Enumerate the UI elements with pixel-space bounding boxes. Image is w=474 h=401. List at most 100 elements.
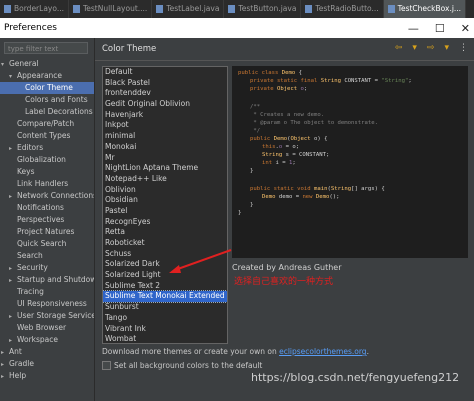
tree-item[interactable]: Quick Search: [0, 238, 94, 250]
tree-item[interactable]: Link Handlers: [0, 178, 94, 190]
theme-list-item[interactable]: Obsidian: [103, 195, 227, 206]
collapsed-arrow-icon[interactable]: ▸: [1, 371, 9, 382]
tree-item[interactable]: ▾ General: [0, 58, 94, 70]
tree-item-label: UI Responsiveness: [17, 299, 87, 308]
tree-item[interactable]: ▸ Security: [0, 262, 94, 274]
tree-item[interactable]: ▸ User Storage Service: [0, 310, 94, 322]
theme-list-item[interactable]: Retta: [103, 227, 227, 238]
java-file-icon: [228, 5, 236, 13]
java-file-icon: [156, 5, 164, 13]
theme-list-item[interactable]: Default: [103, 67, 227, 78]
collapsed-arrow-icon[interactable]: ▸: [9, 275, 17, 286]
editor-tab[interactable]: BorderLayo...: [0, 0, 69, 18]
theme-list-item[interactable]: Wombat: [103, 334, 227, 343]
theme-list-item[interactable]: Sunburst: [103, 302, 227, 313]
editor-tab-label: TestCheckBox.j...: [397, 4, 462, 13]
collapsed-arrow-icon[interactable]: ▸: [1, 359, 9, 370]
theme-list-item[interactable]: Notepad++ Like: [103, 174, 227, 185]
theme-list-item[interactable]: Monokai: [103, 142, 227, 153]
tree-item[interactable]: ▸ Startup and Shutdown: [0, 274, 94, 286]
theme-list-item[interactable]: Black Pastel: [103, 78, 227, 89]
minimize-button[interactable]: —: [408, 22, 419, 35]
theme-list-item[interactable]: Oblivion: [103, 185, 227, 196]
editor-tab[interactable]: TestNullLayout....: [69, 0, 153, 18]
tree-item[interactable]: Keys: [0, 166, 94, 178]
editor-tab-bar: BorderLayo... TestNullLayout.... TestLabel…: [0, 0, 474, 18]
editor-tab-label: TestNullLayout....: [82, 4, 148, 13]
editor-tab[interactable]: TestCheckBox.j...: [383, 0, 467, 18]
tree-item[interactable]: Project Natures: [0, 226, 94, 238]
tree-item[interactable]: Perspectives: [0, 214, 94, 226]
tree-item-label: Security: [17, 263, 48, 272]
maximize-button[interactable]: ☐: [435, 22, 445, 35]
divider: [95, 60, 474, 61]
page-title: Color Theme: [102, 44, 157, 54]
tree-item[interactable]: ▸ Editors: [0, 142, 94, 154]
expanded-arrow-icon[interactable]: ▾: [9, 71, 17, 82]
tree-item-label: Color Theme: [25, 83, 73, 92]
editor-tab[interactable]: TestLabel.java: [152, 0, 225, 18]
tree-item[interactable]: UI Responsiveness: [0, 298, 94, 310]
back-menu-icon[interactable]: ▾: [412, 43, 417, 53]
theme-list-item[interactable]: Pastel: [103, 206, 227, 217]
java-file-icon: [305, 5, 313, 13]
checkbox-box[interactable]: [102, 361, 111, 370]
back-icon[interactable]: ⇦: [395, 43, 403, 53]
tree-item[interactable]: Notifications: [0, 202, 94, 214]
editor-tab[interactable]: TestRadioButto...: [301, 0, 384, 18]
collapsed-arrow-icon[interactable]: ▸: [9, 143, 17, 154]
tree-item-label: Project Natures: [17, 227, 75, 236]
theme-list-item[interactable]: minimal: [103, 131, 227, 142]
tree-item[interactable]: ▸ Workspace: [0, 334, 94, 346]
tree-item[interactable]: Web Browser: [0, 322, 94, 334]
theme-list-item[interactable]: Gedit Original Oblivion: [103, 99, 227, 110]
editor-tab-label: BorderLayo...: [14, 4, 64, 13]
tree-item[interactable]: ▸ Network Connections: [0, 190, 94, 202]
theme-list[interactable]: Default Black Pastel frontenddev Gedit Orig…: [102, 66, 228, 344]
close-button[interactable]: ✕: [461, 22, 470, 35]
tree-item-label: Notifications: [17, 203, 64, 212]
theme-list-item[interactable]: frontenddev: [103, 88, 227, 99]
tree-item[interactable]: Compare/Patch: [0, 118, 94, 130]
forward-icon[interactable]: ⇨: [427, 43, 435, 53]
theme-list-item[interactable]: Havenjark: [103, 110, 227, 121]
tree-item[interactable]: Content Types: [0, 130, 94, 142]
theme-list-item[interactable]: Sublime Text 2: [103, 281, 227, 292]
tree-item[interactable]: Colors and Fonts: [0, 94, 94, 106]
theme-list-item[interactable]: Mr: [103, 153, 227, 164]
theme-list-item[interactable]: Inkpot: [103, 120, 227, 131]
annotation-arrow-icon: [169, 249, 232, 273]
forward-menu-icon[interactable]: ▾: [444, 43, 449, 53]
collapsed-arrow-icon[interactable]: ▸: [9, 335, 17, 346]
tree-item-label: Editors: [17, 143, 44, 152]
tree-item[interactable]: Tracing: [0, 286, 94, 298]
collapsed-arrow-icon[interactable]: ▸: [9, 311, 17, 322]
expanded-arrow-icon[interactable]: ▾: [1, 59, 9, 70]
theme-list-item[interactable]: Tango: [103, 313, 227, 324]
color-theme-panel: Color Theme ⇦ ▾ ⇨ ▾ ⋮ Default Black Paste…: [95, 38, 474, 401]
tree-item[interactable]: ▸ Gradle: [0, 358, 94, 370]
tree-item-label: Quick Search: [17, 239, 67, 248]
tree-item[interactable]: ▾ Appearance: [0, 70, 94, 82]
default-background-checkbox[interactable]: Set all background colors to the default: [102, 361, 262, 370]
menu-icon[interactable]: ⋮: [459, 43, 468, 53]
theme-list-item[interactable]: NightLion Aptana Theme: [103, 163, 227, 174]
theme-list-item[interactable]: Sublime Text Monokai Extended: [103, 290, 227, 304]
tree-item[interactable]: Label Decorations: [0, 106, 94, 118]
theme-list-item[interactable]: Vibrant Ink: [103, 324, 227, 335]
tree-item-label: Compare/Patch: [17, 119, 75, 128]
code-preview: public class Demo { private static final…: [232, 66, 468, 258]
dialog-title: Preferences: [4, 23, 57, 33]
tree-item[interactable]: Color Theme: [0, 82, 94, 94]
eclipsecolorthemes-link[interactable]: eclipsecolorthemes.org: [279, 347, 366, 356]
editor-tab[interactable]: TestButton.java: [224, 0, 302, 18]
tree-item[interactable]: Search: [0, 250, 94, 262]
tree-item[interactable]: ▸ Ant: [0, 346, 94, 358]
tree-item[interactable]: ▸ Help: [0, 370, 94, 382]
collapsed-arrow-icon[interactable]: ▸: [1, 347, 9, 358]
collapsed-arrow-icon[interactable]: ▸: [9, 263, 17, 274]
theme-list-item[interactable]: RecognEyes: [103, 217, 227, 228]
collapsed-arrow-icon[interactable]: ▸: [9, 191, 17, 202]
filter-input[interactable]: type filter text: [4, 42, 88, 54]
tree-item[interactable]: Globalization: [0, 154, 94, 166]
